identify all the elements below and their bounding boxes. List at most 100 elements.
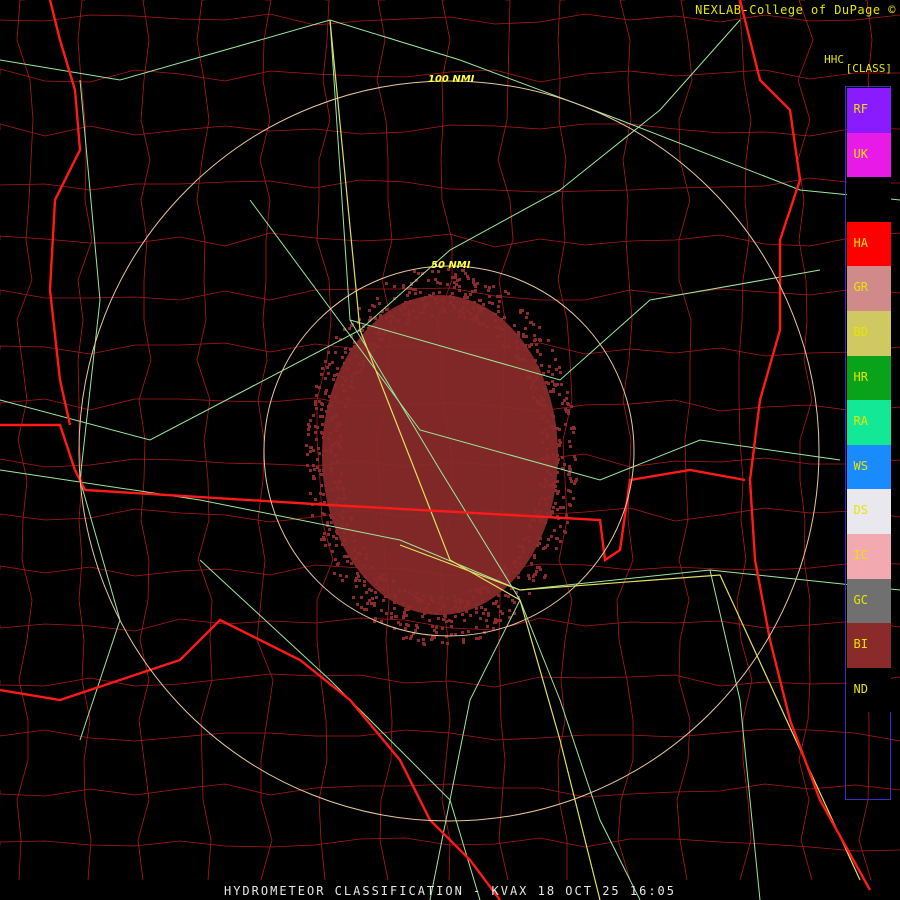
echo-pixel xyxy=(472,281,475,284)
echo-pixel xyxy=(331,416,334,419)
echo-pixel xyxy=(313,468,316,471)
echo-pixel xyxy=(551,380,554,383)
echo-core xyxy=(322,295,558,615)
echo-pixel xyxy=(559,506,562,509)
echo-pixel xyxy=(395,615,398,618)
echo-pixel xyxy=(329,432,332,435)
echo-pixel xyxy=(421,298,424,301)
echo-pixel xyxy=(467,603,470,606)
echo-pixel xyxy=(568,473,571,476)
echo-pixel xyxy=(543,485,546,488)
echo-pixel xyxy=(425,607,428,610)
echo-pixel xyxy=(459,599,462,602)
echo-pixel xyxy=(466,301,469,304)
echo-pixel xyxy=(334,384,337,387)
echo-pixel xyxy=(366,602,369,605)
echo-pixel xyxy=(538,326,541,329)
echo-pixel xyxy=(497,305,500,308)
echo-pixel xyxy=(513,333,516,336)
echo-pixel xyxy=(554,502,557,505)
echo-pixel xyxy=(477,306,480,309)
echo-pixel xyxy=(328,363,331,366)
echo-pixel xyxy=(427,603,430,606)
echo-pixel xyxy=(336,367,339,370)
echo-pixel xyxy=(314,498,317,501)
echo-pixel xyxy=(393,594,396,597)
echo-pixel xyxy=(537,369,540,372)
echo-pixel xyxy=(439,596,442,599)
echo-pixel xyxy=(512,570,515,573)
echo-pixel xyxy=(337,562,340,565)
echo-pixel xyxy=(462,301,465,304)
echo-pixel xyxy=(558,439,561,442)
legend-label-uk: UK xyxy=(853,146,868,161)
echo-pixel xyxy=(475,314,478,317)
echo-pixel xyxy=(507,292,510,295)
echo-pixel xyxy=(315,407,318,410)
echo-pixel xyxy=(323,532,326,535)
echo-pixel xyxy=(342,510,345,513)
echo-pixel xyxy=(324,377,327,380)
echo-pixel xyxy=(373,343,376,346)
echo-pixel xyxy=(501,328,504,331)
echo-pixel xyxy=(528,577,531,580)
echo-pixel xyxy=(328,395,331,398)
echo-pixel xyxy=(360,368,363,371)
echo-pixel xyxy=(384,595,387,598)
echo-pixel xyxy=(401,602,404,605)
echo-pixel xyxy=(469,312,472,315)
echo-pixel xyxy=(335,544,338,547)
echo-pixel xyxy=(408,314,411,317)
legend-label-ic: IC xyxy=(853,548,868,562)
echo-pixel xyxy=(414,629,417,632)
echo-pixel xyxy=(497,619,500,622)
echo-pixel xyxy=(551,511,554,514)
echo-pixel xyxy=(385,317,388,320)
echo-pixel xyxy=(554,485,557,488)
echo-pixel xyxy=(520,358,523,361)
echo-pixel xyxy=(414,288,417,291)
echo-pixel xyxy=(546,470,549,473)
echo-pixel xyxy=(327,372,330,375)
echo-pixel xyxy=(326,366,329,369)
echo-pixel xyxy=(422,594,425,597)
echo-pixel xyxy=(550,413,553,416)
echo-pixel xyxy=(547,538,550,541)
echo-pixel xyxy=(451,276,454,279)
echo-pixel xyxy=(449,295,452,298)
echo-pixel xyxy=(520,545,523,548)
echo-pixel xyxy=(322,469,325,472)
echo-pixel xyxy=(336,373,339,376)
echo-pixel xyxy=(454,273,457,276)
echo-pixel xyxy=(497,577,500,580)
echo-pixel xyxy=(327,405,330,408)
echo-pixel xyxy=(513,601,516,604)
echo-pixel xyxy=(393,285,396,288)
echo-pixel xyxy=(567,403,570,406)
echo-pixel xyxy=(542,399,545,402)
echo-pixel xyxy=(450,625,453,628)
echo-pixel xyxy=(565,397,568,400)
echo-pixel xyxy=(445,635,448,638)
echo-pixel xyxy=(481,600,484,603)
echo-pixel xyxy=(346,397,349,400)
echo-pixel xyxy=(336,425,339,428)
echo-pixel xyxy=(570,405,573,408)
echo-pixel xyxy=(368,599,371,602)
echo-pixel xyxy=(380,609,383,612)
echo-pixel xyxy=(319,415,322,418)
echo-pixel xyxy=(461,613,464,616)
echo-pixel xyxy=(474,289,477,292)
echo-pixel xyxy=(463,619,466,622)
echo-pixel xyxy=(419,312,422,315)
echo-pixel xyxy=(341,486,344,489)
echo-pixel xyxy=(416,592,419,595)
echo-pixel xyxy=(417,272,420,275)
echo-pixel xyxy=(403,313,406,316)
echo-pixel xyxy=(566,521,569,524)
echo-pixel xyxy=(446,642,449,645)
echo-pixel xyxy=(341,376,344,379)
echo-pixel xyxy=(312,414,315,417)
echo-pixel xyxy=(413,270,416,273)
echo-pixel xyxy=(497,594,500,597)
